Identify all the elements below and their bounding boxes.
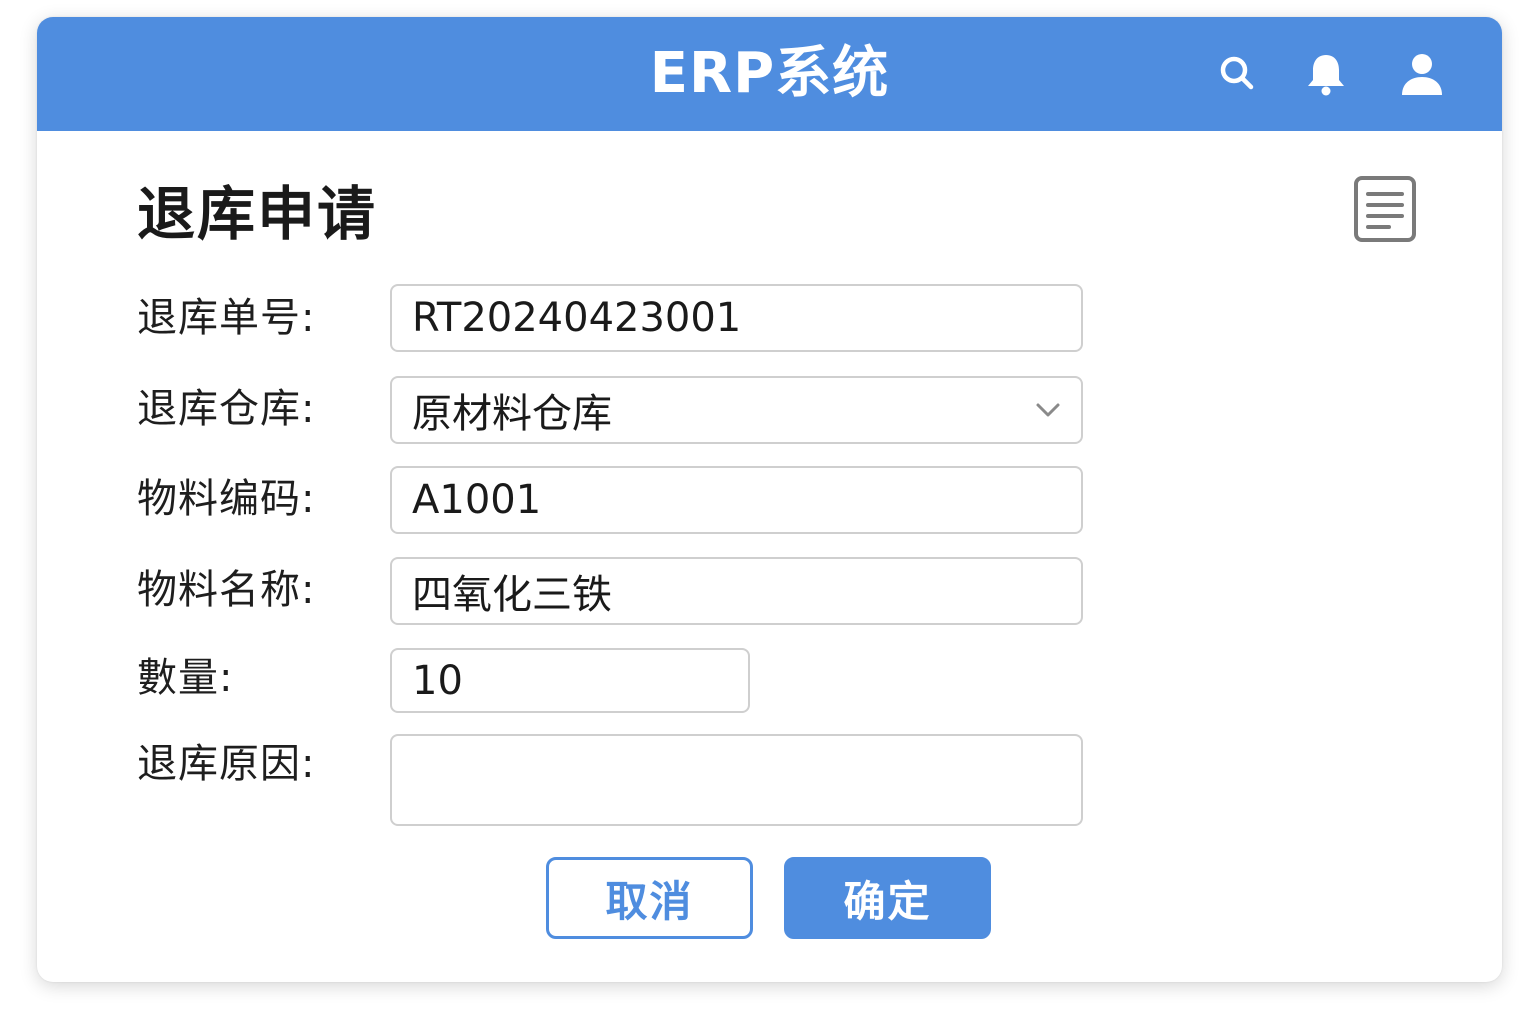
return-no-input[interactable] — [392, 286, 1081, 350]
app-window: ERP系统 退库申请 退库单号: RT20240423001 退库仓库: 原材料… — [37, 17, 1502, 982]
material-code-label: 物料编码: — [137, 476, 316, 522]
material-name-field-box — [390, 557, 1083, 625]
bell-icon[interactable] — [1301, 49, 1351, 99]
reason-textarea[interactable] — [392, 736, 1081, 824]
chevron-down-icon — [1035, 398, 1061, 422]
warehouse-select[interactable]: 原材料仓库 — [390, 376, 1083, 444]
user-icon[interactable] — [1397, 49, 1447, 99]
search-icon[interactable] — [1213, 49, 1263, 99]
quantity-input[interactable] — [392, 650, 748, 711]
quantity-field-box — [390, 648, 750, 713]
material-name-label: 物料名称: — [137, 567, 316, 613]
app-title: ERP系统 — [649, 41, 890, 106]
cancel-button[interactable]: 取消 — [546, 857, 753, 939]
app-header: ERP系统 — [37, 17, 1502, 131]
return-no-field-box — [390, 284, 1083, 352]
warehouse-label: 退库仓库: — [137, 386, 316, 432]
material-code-input[interactable] — [392, 468, 1081, 532]
material-name-input[interactable] — [392, 559, 1081, 623]
reason-field-box — [390, 734, 1083, 826]
document-icon[interactable] — [1353, 175, 1417, 243]
return-no-label: 退库单号: — [137, 295, 316, 341]
page-title: 退库申请 — [137, 180, 378, 248]
reason-label: 退库原因: — [137, 741, 316, 787]
warehouse-selected-value: 原材料仓库 — [412, 391, 612, 437]
quantity-label: 數量: — [137, 655, 234, 701]
confirm-button[interactable]: 确定 — [784, 857, 991, 939]
material-code-field-box — [390, 466, 1083, 534]
